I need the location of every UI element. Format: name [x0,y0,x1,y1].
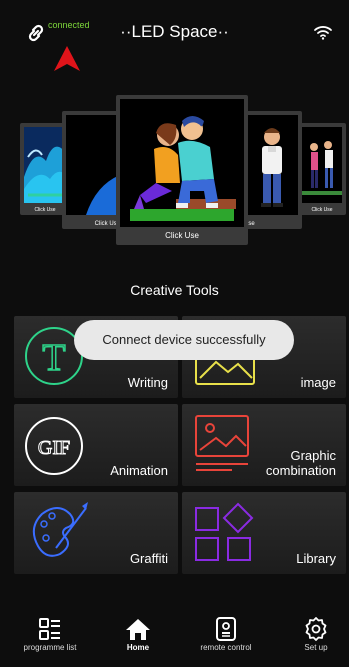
card-caption: Click Use [165,231,199,240]
section-title: Creative Tools [130,282,219,298]
tab-programme-list[interactable]: programme list [10,617,90,652]
tab-label: Set up [304,643,328,652]
tool-graphic-combination[interactable]: Graphic combination [182,404,346,486]
tool-animation[interactable]: GIF Animation [14,404,178,486]
gear-icon [305,617,327,641]
svg-text:GIF: GIF [38,437,70,459]
toast-message: Connect device successfully [74,320,294,360]
couple-artwork [120,99,244,227]
card-caption: Click Use [94,221,120,227]
tool-label: Library [296,551,336,566]
wifi-icon[interactable] [313,24,333,40]
tool-graffiti[interactable]: Graffiti [14,492,178,574]
template-card[interactable]: Use [240,111,302,229]
bottom-tab-bar: programme list Home remote control Set u… [0,609,349,667]
gif-icon: GIF [25,417,83,475]
tab-home[interactable]: Home [98,617,178,652]
shapes-icon [195,502,254,561]
list-icon [39,618,60,640]
template-card-selected[interactable]: Click Use [116,95,248,245]
svg-text:T: T [42,337,65,379]
tool-label: Writing [127,375,168,390]
tool-label: Animation [110,463,168,478]
header: connected ··LED Space·· [0,0,349,71]
blue-shape-artwork [86,175,120,215]
tab-set-up[interactable]: Set up [276,617,349,652]
tool-label-line1: Graphic [290,448,336,463]
app-title: ··LED Space·· [120,22,229,41]
graphic-icon [195,415,249,471]
tool-label: Graffiti [129,551,168,566]
tool-label-line2: combination [265,463,336,478]
tool-library[interactable]: Library [182,492,346,574]
template-carousel[interactable]: Click Use Click Use Click Use Use Click … [0,95,349,250]
tab-label: remote control [200,643,252,652]
template-card[interactable]: Click Use [62,111,124,229]
home-icon [126,619,150,640]
card-caption: Click Use [311,207,333,213]
card-caption: Use [244,221,255,227]
tool-label: Graphic combination [266,448,336,478]
tool-label: image [300,375,336,390]
red-arrow-icon [54,46,80,71]
wave-artwork [24,127,66,203]
template-card[interactable]: Click Use [298,123,346,215]
tab-label: programme list [23,643,77,652]
tab-label: Home [126,643,150,652]
tab-remote-control[interactable]: remote control [186,617,266,652]
palette-icon [32,502,88,557]
man-artwork [261,128,283,207]
remote-icon [216,617,236,641]
people-artwork [302,141,342,195]
